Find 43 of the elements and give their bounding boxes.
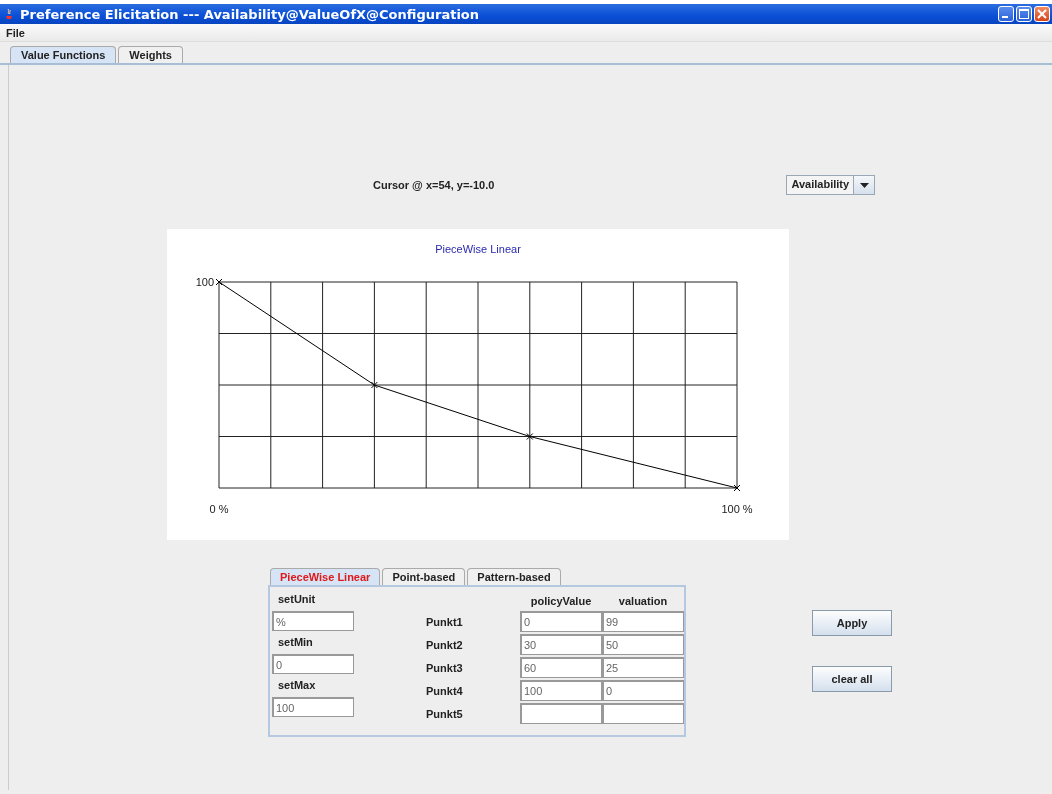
minimize-button[interactable] [998, 6, 1014, 22]
input-field[interactable]: 60 [520, 657, 602, 678]
setting-label: setMax [277, 678, 317, 693]
tab[interactable]: Value Functions [10, 46, 117, 63]
action-button[interactable]: clear all [812, 666, 892, 692]
cursor-readout: Cursor @ x=54, y=-10.0 [373, 179, 495, 191]
coffee-cup-icon [4, 8, 14, 20]
setting-label: setMin [277, 635, 314, 650]
input-field[interactable]: 0 [602, 680, 684, 701]
input-field[interactable]: 100 [520, 680, 602, 701]
input-field[interactable] [602, 703, 684, 724]
input-field[interactable] [520, 703, 602, 724]
point-label: Punkt1 [425, 615, 464, 628]
input-field[interactable]: 30 [520, 634, 602, 655]
chart-title: PieceWise Linear [435, 243, 521, 255]
tab[interactable]: Pattern-based [467, 568, 561, 585]
input-field[interactable]: % [272, 611, 354, 631]
menu-item[interactable]: File [6, 26, 25, 39]
dropdown-arrow-icon [859, 182, 869, 188]
tab[interactable]: Weights [118, 46, 183, 63]
column-header: valuation [617, 594, 669, 607]
setting-label: setUnit [277, 592, 317, 607]
tab[interactable]: Point-based [382, 568, 466, 585]
close-button[interactable] [1034, 6, 1050, 22]
maximize-button[interactable] [1016, 6, 1032, 22]
input-field[interactable]: 0 [272, 654, 354, 674]
axis-label: 0 % [209, 503, 229, 515]
input-field[interactable]: 99 [602, 611, 684, 632]
window-title: Preference Elicitation --- Availability@ValueOfX@Configuration [20, 6, 480, 22]
action-button[interactable]: Apply [812, 610, 892, 636]
point-label: Punkt3 [425, 661, 464, 674]
input-field[interactable]: 0 [520, 611, 602, 632]
tab[interactable]: PieceWise Linear [270, 568, 381, 585]
point-label: Punkt2 [425, 638, 464, 651]
input-field[interactable]: 25 [602, 657, 684, 678]
point-label: Punkt4 [425, 684, 464, 697]
axis-label: 100 [195, 276, 214, 288]
point-label: Punkt5 [425, 707, 464, 720]
input-field[interactable]: 50 [602, 634, 684, 655]
attribute-dropdown[interactable]: Availability [786, 175, 876, 195]
input-field[interactable]: 100 [272, 697, 354, 717]
axis-label: 100 % [721, 503, 753, 515]
column-header: policyValue [529, 594, 593, 607]
